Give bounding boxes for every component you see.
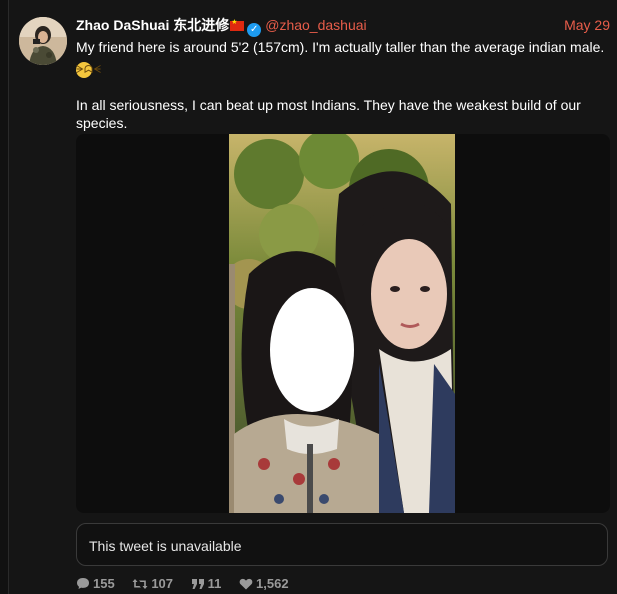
display-name[interactable]: Zhao DaShuai 东北进修 xyxy=(76,17,229,33)
retweet-stat[interactable]: 107 xyxy=(132,576,173,591)
retweet-count: 107 xyxy=(151,576,174,591)
like-stat[interactable]: 1,562 xyxy=(239,576,289,591)
tweet-date[interactable]: May 29 xyxy=(564,15,610,35)
china-flag-icon: ★ xyxy=(230,19,245,31)
tweet-paragraph: My friend here is around 5'2 (157cm). I'… xyxy=(76,38,610,78)
tweet-paragraph-1-text: My friend here is around 5'2 (157cm). I'… xyxy=(76,39,605,55)
tweet-header: Zhao DaShuai 东北进修 ★ ✓ @zhao_dashuai May 29 xyxy=(76,15,610,37)
tweet-paragraph: In all seriousness, I can beat up most I… xyxy=(76,96,610,132)
grinning-squinting-face-icon: ᗒᗣᗕ xyxy=(76,62,102,78)
tweet-media[interactable] xyxy=(76,134,610,513)
tweet-stats: 155 107 11 1,562 xyxy=(76,576,303,594)
handle[interactable]: @zhao_dashuai xyxy=(265,17,366,33)
scroll-edge xyxy=(0,0,9,594)
quote-icon xyxy=(191,579,204,589)
heart-icon xyxy=(239,578,253,590)
tweet-paragraph-2-text: In all seriousness, I can beat up most I… xyxy=(76,97,581,131)
quoted-tweet-text: This tweet is unavailable xyxy=(89,538,242,554)
reply-stat[interactable]: 155 xyxy=(76,576,115,591)
verified-badge-icon: ✓ xyxy=(247,23,262,37)
tweet-view: Zhao DaShuai 东北进修 ★ ✓ @zhao_dashuai May 29 … xyxy=(0,0,617,594)
quoted-tweet[interactable]: This tweet is unavailable xyxy=(76,523,608,566)
quote-stat[interactable]: 11 xyxy=(191,576,222,591)
photo-image xyxy=(229,134,455,513)
reply-icon xyxy=(77,578,89,589)
avatar[interactable] xyxy=(19,17,67,65)
retweet-icon xyxy=(132,579,148,589)
tweet-photo[interactable] xyxy=(229,134,455,513)
avatar-image xyxy=(19,17,67,65)
like-count: 1,562 xyxy=(256,576,289,591)
reply-count: 155 xyxy=(93,576,115,591)
quote-count: 11 xyxy=(207,576,222,591)
